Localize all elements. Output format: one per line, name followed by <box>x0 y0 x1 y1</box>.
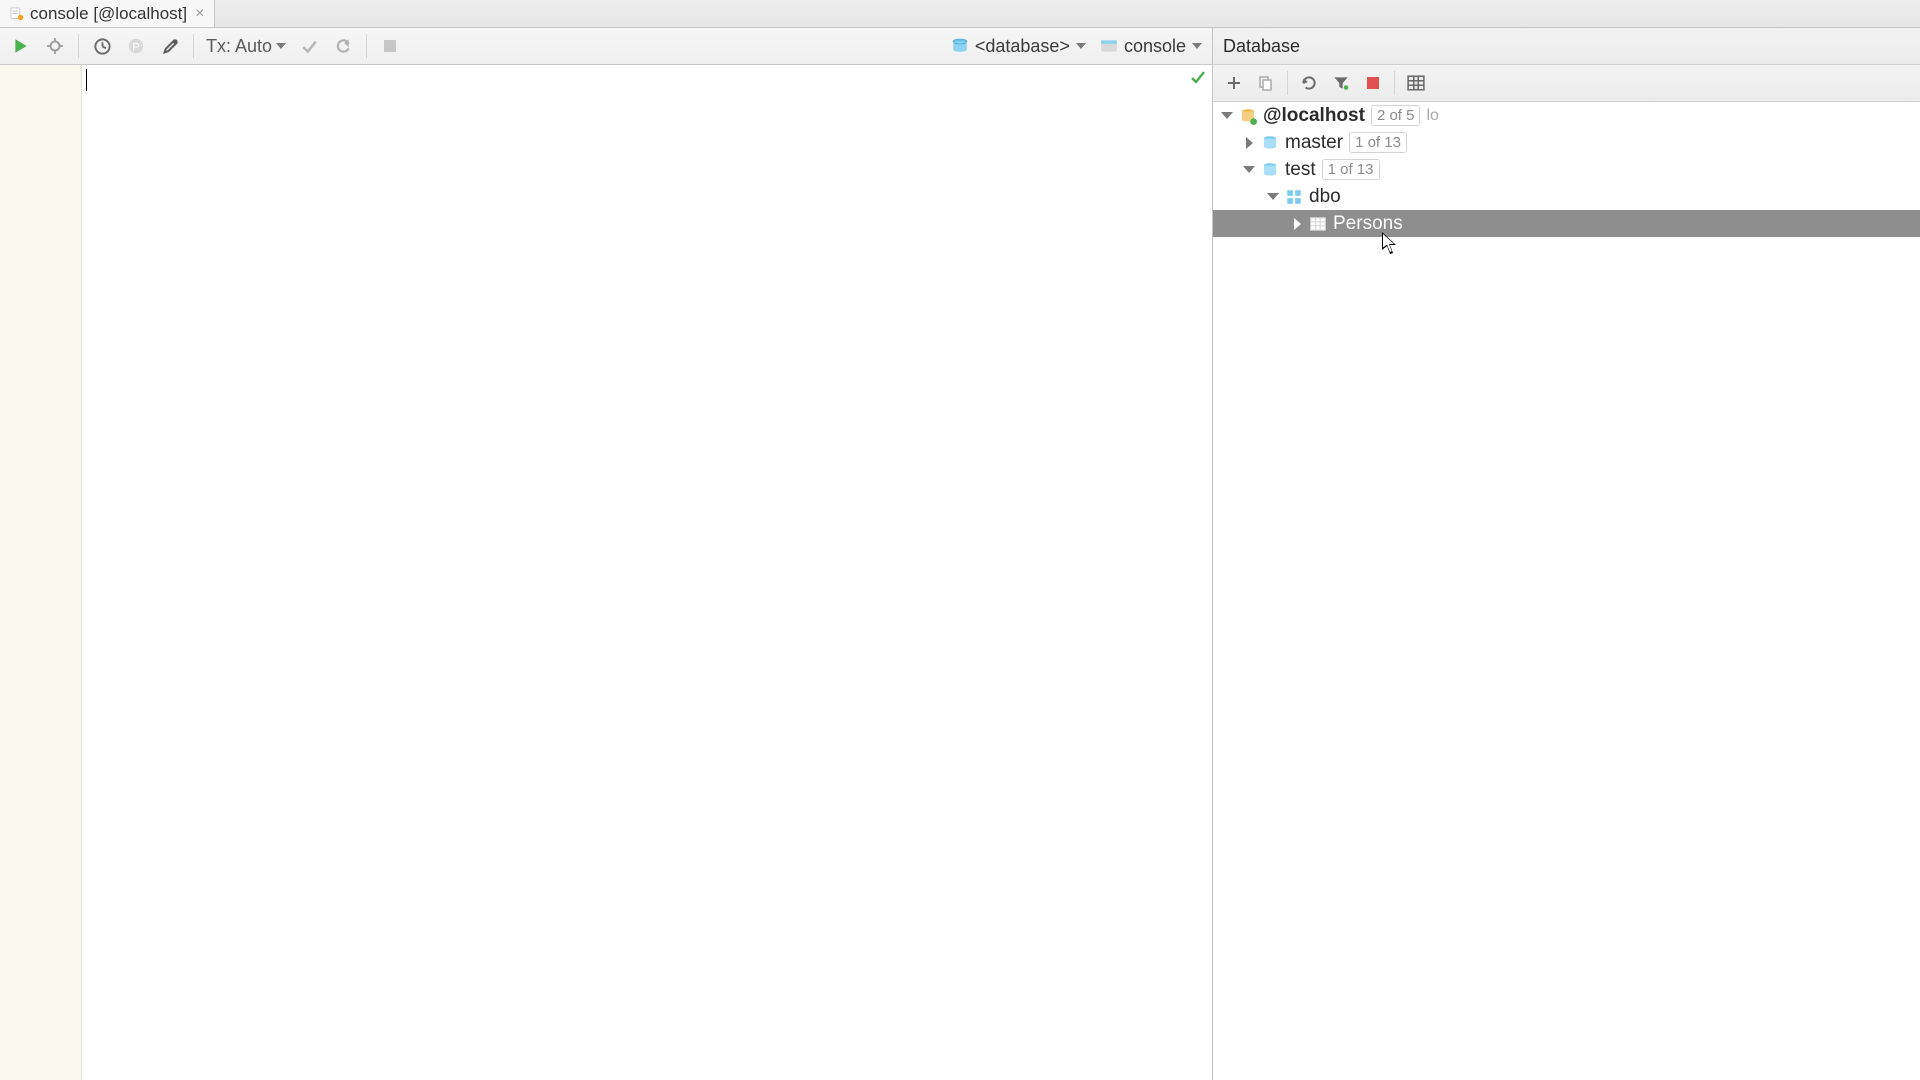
text-caret <box>86 69 87 91</box>
database-panel-header: Database <box>1212 28 1920 65</box>
run-button[interactable] <box>6 31 36 61</box>
database-panel-title: Database <box>1223 36 1300 57</box>
tree-row-datasource[interactable]: @localhost 2 of 5 lo <box>1213 102 1920 129</box>
tree-label: test <box>1285 159 1316 181</box>
tab-console[interactable]: console [@localhost] × <box>0 0 215 27</box>
console-file-icon <box>10 7 24 21</box>
chevron-down-icon <box>1192 43 1202 49</box>
tree-label: master <box>1285 132 1343 154</box>
commit-button[interactable] <box>294 31 324 61</box>
expand-icon[interactable] <box>1243 137 1255 149</box>
database-icon <box>1261 161 1279 179</box>
add-button[interactable] <box>1219 68 1249 98</box>
debug-button[interactable] <box>40 31 70 61</box>
schema-dropdown[interactable]: <database> <box>947 31 1090 61</box>
stop-button[interactable] <box>1358 68 1388 98</box>
svg-text:P: P <box>132 42 140 54</box>
database-tree[interactable]: @localhost 2 of 5 lo master 1 of 13 <box>1213 102 1920 1080</box>
separator <box>1394 71 1395 95</box>
console-dropdown[interactable]: console <box>1096 31 1206 61</box>
tree-label: Persons <box>1333 213 1403 235</box>
expand-icon[interactable] <box>1243 164 1255 176</box>
database-icon <box>1261 134 1279 152</box>
tree-row-database[interactable]: master 1 of 13 <box>1213 129 1920 156</box>
console-label: console <box>1124 36 1186 57</box>
tx-mode-label: Tx: Auto <box>206 36 272 57</box>
separator <box>78 34 79 58</box>
separator <box>1287 71 1288 95</box>
console-icon <box>1100 37 1118 55</box>
tree-row-database[interactable]: test 1 of 13 <box>1213 156 1920 183</box>
rollback-button[interactable] <box>328 31 358 61</box>
count-badge: 1 of 13 <box>1349 132 1407 153</box>
filter-button[interactable] <box>1326 68 1356 98</box>
table-icon <box>1309 215 1327 233</box>
count-badge: 1 of 13 <box>1322 159 1380 180</box>
database-toolbar <box>1213 65 1920 102</box>
tab-console-label: console [@localhost] <box>30 4 187 24</box>
status-ok-icon <box>1190 69 1206 90</box>
chevron-down-icon <box>1076 43 1086 49</box>
refresh-button[interactable] <box>1294 68 1324 98</box>
stop-button[interactable] <box>375 31 405 61</box>
editor-gutter <box>0 65 82 1080</box>
editor-toolbar: P Tx: Auto <databa <box>0 28 1212 65</box>
chevron-down-icon <box>276 43 286 49</box>
tree-row-schema[interactable]: dbo <box>1213 183 1920 210</box>
database-panel: @localhost 2 of 5 lo master 1 of 13 <box>1212 65 1920 1080</box>
duplicate-button[interactable] <box>1251 68 1281 98</box>
tree-label: dbo <box>1309 186 1341 208</box>
expand-icon[interactable] <box>1267 191 1279 203</box>
settings-button[interactable] <box>155 31 185 61</box>
expand-icon[interactable] <box>1221 110 1233 122</box>
tree-row-table[interactable]: Persons <box>1213 210 1920 237</box>
explain-button[interactable]: P <box>121 31 151 61</box>
tab-bar: console [@localhost] × <box>0 0 1920 28</box>
expand-icon[interactable] <box>1291 218 1303 230</box>
tx-mode-dropdown[interactable]: Tx: Auto <box>202 31 290 61</box>
schema-label: <database> <box>975 36 1070 57</box>
separator <box>193 34 194 58</box>
datasource-icon <box>1239 107 1257 125</box>
table-view-button[interactable] <box>1401 68 1431 98</box>
tree-tail: lo <box>1426 107 1438 125</box>
count-badge: 2 of 5 <box>1371 105 1421 126</box>
history-button[interactable] <box>87 31 117 61</box>
separator <box>366 34 367 58</box>
sql-editor[interactable] <box>0 65 1212 1080</box>
editor-code-area[interactable] <box>82 65 1212 1080</box>
tree-label: @localhost <box>1263 105 1365 127</box>
close-icon[interactable]: × <box>193 6 206 22</box>
schema-icon <box>1285 188 1303 206</box>
database-icon <box>951 37 969 55</box>
